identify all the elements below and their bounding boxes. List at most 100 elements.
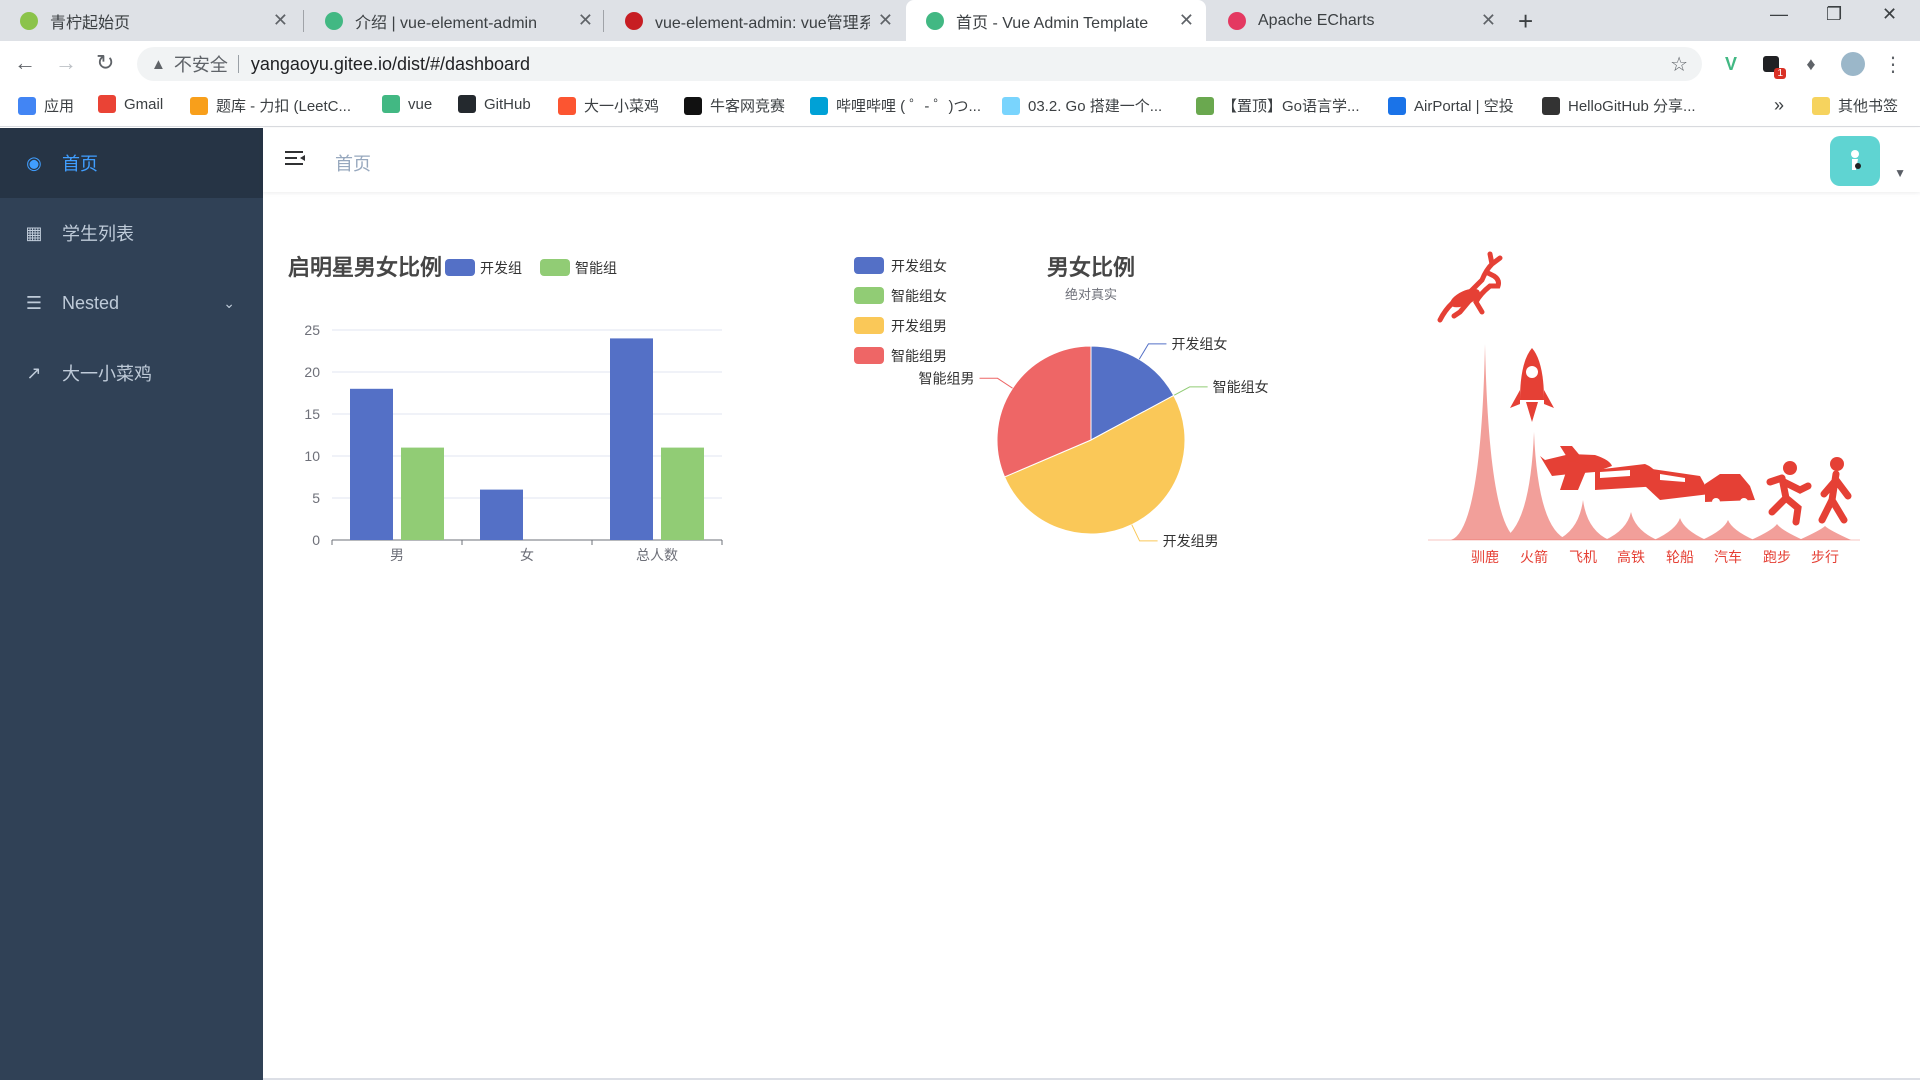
x-tick-label: 男 [390, 547, 404, 563]
legend-label[interactable]: 智能组男 [891, 348, 947, 364]
bookmark-label: HelloGitHub 分享... [1568, 98, 1696, 115]
legend-label[interactable]: 开发组女 [891, 258, 947, 274]
sidebar-item-students[interactable]: ▦ 学生列表 [0, 198, 263, 268]
other-bookmarks[interactable]: 其他书签 [1812, 95, 1898, 116]
caret-down-icon[interactable]: ▼ [1894, 166, 1906, 180]
category-label: 高铁 [1617, 549, 1645, 565]
tab-title: 青柠起始页 [50, 14, 131, 32]
legend-label[interactable]: 智能组女 [891, 288, 947, 304]
legend-swatch[interactable] [854, 257, 884, 274]
bar[interactable] [350, 388, 393, 540]
bookmark-label: 【置顶】Go语言学... [1222, 98, 1360, 115]
bar-chart: 启明星男女比例 开发组 智能组 0 5 10 15 20 25 男 女 总人数 [288, 255, 723, 563]
close-tab-icon[interactable]: ✕ [1179, 10, 1194, 31]
legend-swatch[interactable] [540, 259, 570, 276]
maximize-button[interactable]: ❐ [1826, 4, 1842, 25]
hellogithub-icon [1542, 96, 1560, 115]
table-icon: ▦ [25, 222, 43, 243]
sidebar-item-nested[interactable]: ☰ Nested ⌄ [0, 268, 263, 338]
tab-title: vue-element-admin: vue管理系 [655, 14, 870, 32]
browser-tab[interactable]: 介绍 | vue-element-admin ✕ [305, 0, 605, 41]
browser-tab[interactable]: 首页 - Vue Admin Template ✕ [906, 0, 1206, 41]
legend-label[interactable]: 开发组 [480, 260, 522, 276]
y-tick-label: 5 [312, 490, 320, 506]
bookmark-item[interactable]: 应用 [18, 95, 74, 116]
y-tick-label: 20 [304, 364, 320, 380]
legend-swatch[interactable] [445, 259, 475, 276]
y-tick-label: 15 [304, 406, 320, 422]
more-bookmarks-button[interactable]: » [1774, 95, 1784, 116]
dashboard-icon: ◉ [26, 152, 42, 173]
avatar[interactable] [1830, 136, 1880, 186]
vue-devtools-icon[interactable]: V [1718, 51, 1744, 77]
x-tick-label: 女 [520, 547, 534, 563]
browser-tab[interactable]: 青柠起始页 ✕ [0, 0, 300, 41]
bar[interactable] [401, 447, 444, 540]
bar[interactable] [661, 447, 704, 540]
bookmark-item[interactable]: HelloGitHub 分享... [1542, 95, 1696, 116]
minimize-button[interactable]: — [1770, 4, 1788, 25]
sidebar-item-dashboard[interactable]: ◉ 首页 [0, 128, 263, 198]
sidebar-item-label: 首页 [62, 154, 98, 174]
bookmark-item[interactable]: 牛客网竞赛 [684, 95, 785, 116]
pie-label-line [1138, 343, 1167, 360]
nested-list-icon: ☰ [25, 292, 43, 313]
pie-chart: 男女比例绝对真实开发组女智能组女开发组男智能组男开发组女智能组女开发组男智能组男 [854, 255, 1269, 549]
legend-label[interactable]: 智能组 [575, 260, 617, 276]
close-tab-icon[interactable]: ✕ [1481, 10, 1496, 31]
close-tab-icon[interactable]: ✕ [878, 10, 893, 31]
pie-label: 开发组女 [1171, 336, 1227, 352]
bookmark-item[interactable]: AirPortal | 空投 [1388, 95, 1514, 116]
walking-icon [1818, 457, 1852, 524]
bookmark-item[interactable]: vue [382, 95, 432, 113]
vue-icon [926, 11, 944, 30]
legend-swatch[interactable] [854, 287, 884, 304]
legend-swatch[interactable] [854, 347, 884, 364]
google-icon [98, 95, 116, 113]
bar[interactable] [610, 338, 653, 540]
close-window-button[interactable]: ✕ [1882, 4, 1897, 25]
extension-icon[interactable]: 1 [1758, 51, 1786, 79]
browser-tab[interactable]: Apache ECharts ✕ [1208, 0, 1508, 41]
forward-button[interactable]: → [55, 50, 77, 76]
x-tick-label: 总人数 [636, 547, 678, 563]
bookmark-item[interactable]: 大一小菜鸡 [558, 95, 659, 116]
sidebar-item-label: 学生列表 [62, 224, 134, 244]
address-bar[interactable]: ▲ 不安全 yangaoyu.gitee.io/dist/#/dashboard… [137, 47, 1702, 81]
url-text[interactable]: yangaoyu.gitee.io/dist/#/dashboard [251, 54, 530, 75]
vue-icon [382, 95, 400, 113]
bookmark-item[interactable]: GitHub [458, 95, 531, 113]
bookmark-item[interactable]: 【置顶】Go语言学... [1196, 95, 1360, 116]
bookmark-item[interactable]: 哔哩哔哩 ( ゜- ゜)つ... [810, 95, 981, 116]
close-tab-icon[interactable]: ✕ [578, 10, 593, 31]
security-label: 不安全 [173, 55, 228, 75]
y-tick-label: 25 [304, 322, 320, 338]
menu-kebab-icon[interactable]: ⋮ [1880, 51, 1906, 77]
bookmark-label: 应用 [44, 98, 75, 115]
browser-tab[interactable]: vue-element-admin: vue管理系 ✕ [605, 0, 905, 41]
legend-swatch[interactable] [854, 317, 884, 334]
reload-button[interactable]: ↻ [96, 50, 114, 76]
profile-avatar[interactable] [1840, 51, 1866, 77]
reindeer-icon [1437, 251, 1503, 323]
other-bookmarks-label: 其他书签 [1838, 98, 1899, 115]
gopher-icon [1002, 96, 1020, 115]
bilibili-icon [810, 96, 828, 115]
hamburger-icon[interactable] [283, 146, 307, 170]
bar[interactable] [480, 489, 523, 540]
tab-title: Apache ECharts [1258, 11, 1375, 29]
new-tab-button[interactable]: + [1518, 6, 1533, 37]
bookmark-star-icon[interactable]: ☆ [1670, 52, 1688, 77]
bookmark-item[interactable]: 03.2. Go 搭建一个... [1002, 95, 1162, 116]
legend-label[interactable]: 开发组男 [891, 318, 947, 334]
leetcode-icon [190, 96, 208, 115]
sidebar-item-external[interactable]: ↗ 大一小菜鸡 [0, 338, 263, 408]
vue-icon [325, 11, 343, 30]
extension-badge: 1 [1774, 68, 1786, 79]
bookmark-item[interactable]: 题库 - 力扣 (LeetC... [190, 95, 351, 116]
close-tab-icon[interactable]: ✕ [273, 10, 288, 31]
back-button[interactable]: ← [14, 50, 36, 76]
echarts-icon [1228, 11, 1246, 30]
bookmark-item[interactable]: Gmail [98, 95, 163, 113]
puzzle-icon[interactable]: ♦ [1798, 51, 1824, 77]
